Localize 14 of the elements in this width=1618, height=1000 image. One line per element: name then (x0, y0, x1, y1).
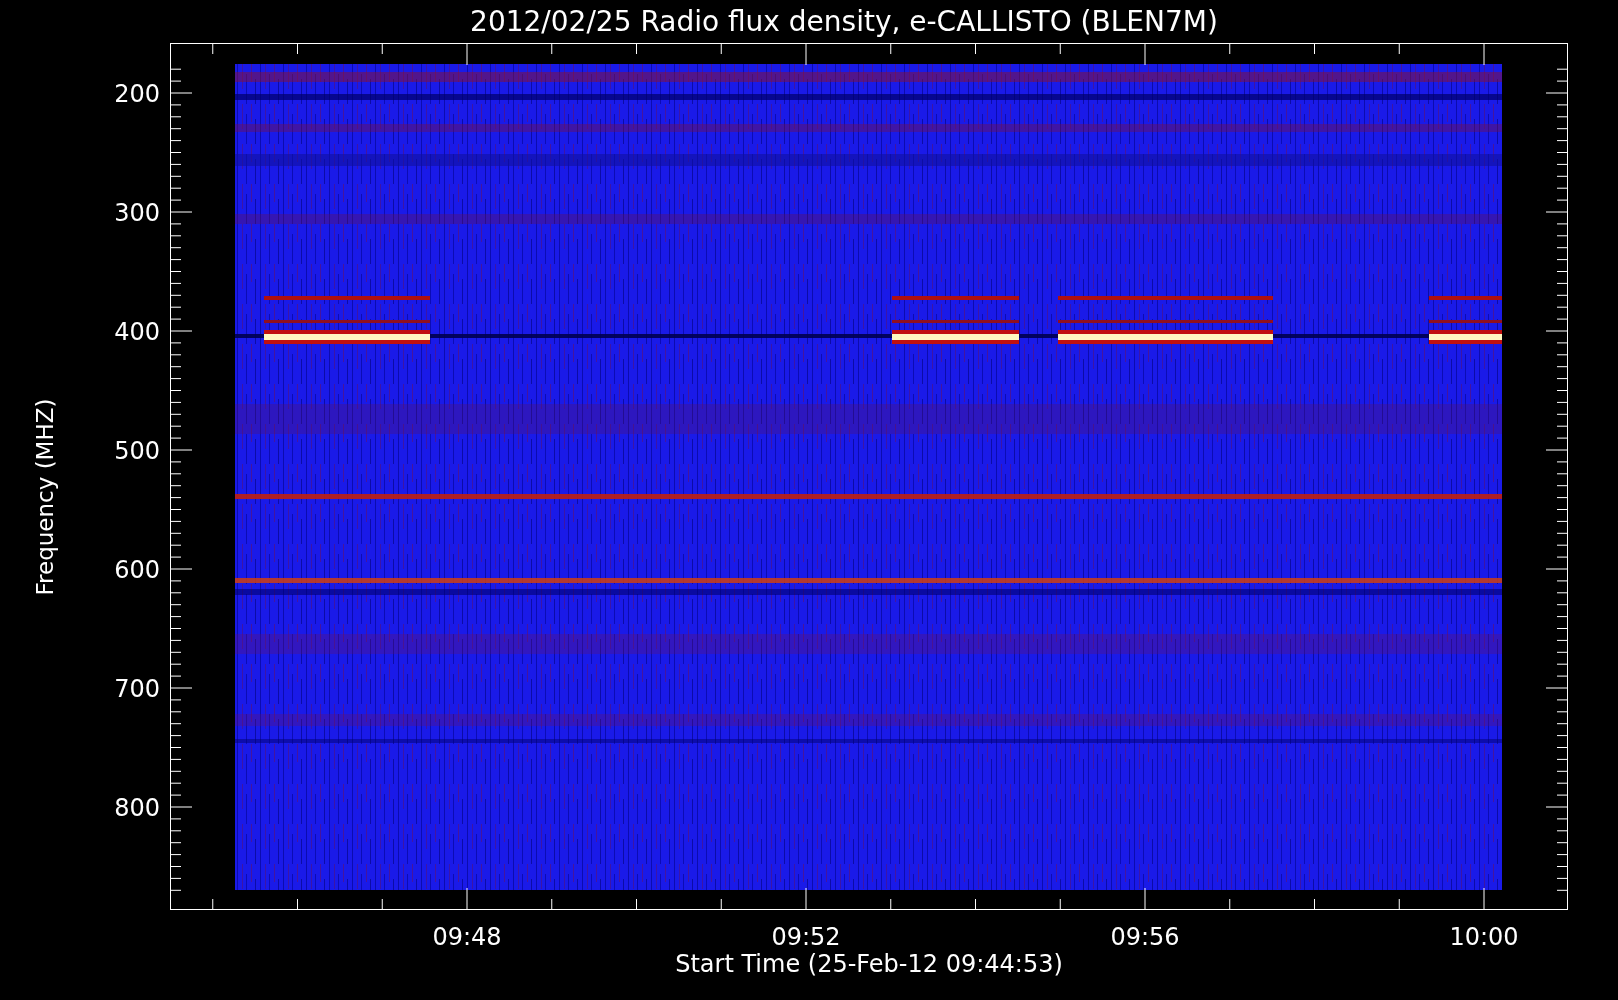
tick-label: 500 (114, 437, 160, 465)
axis-title: Start Time (25-Feb-12 09:44:53) (675, 950, 1063, 978)
chart-title: 2012/02/25 Radio flux density, e-CALLISTO (BLEN7M) (470, 5, 1218, 38)
tick-label: 200 (114, 80, 160, 108)
tick-label: 300 (114, 199, 160, 227)
axis-title: Frequency (MHZ) (32, 398, 58, 595)
tick-label: 600 (114, 556, 160, 584)
tick-label: 09:48 (432, 923, 502, 950)
tick-label: 800 (114, 794, 160, 822)
tick-label: 10:00 (1449, 923, 1519, 950)
tick-label: 09:52 (771, 923, 841, 950)
tick-label: 700 (114, 675, 160, 703)
tick-label: 09:56 (1110, 923, 1180, 950)
tick-label: 400 (114, 318, 160, 346)
